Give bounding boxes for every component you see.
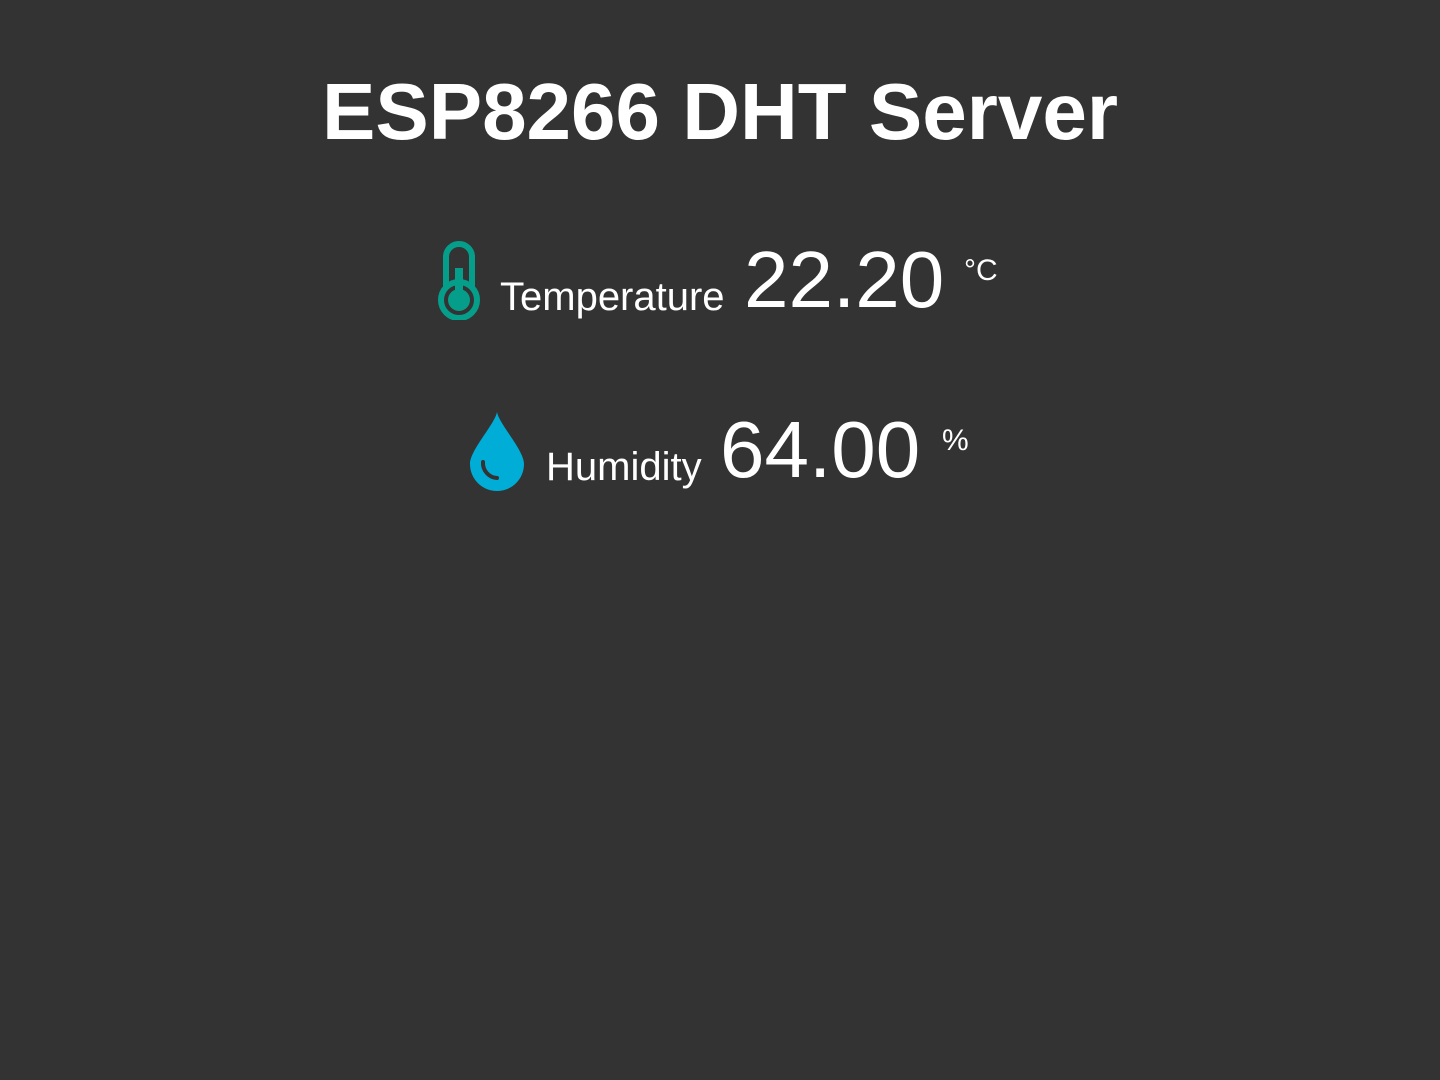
temperature-label: Temperature — [500, 275, 725, 319]
temperature-reading: Temperature 22.20 °C — [0, 235, 1440, 326]
thermometer-icon — [438, 240, 480, 325]
page: ESP8266 DHT Server Temperature 22.20 °C … — [0, 0, 1440, 1080]
temperature-value: 22.20 — [744, 235, 945, 324]
water-drop-icon — [468, 410, 526, 497]
humidity-label: Humidity — [546, 445, 702, 489]
humidity-reading: Humidity 64.00 % — [0, 405, 1440, 497]
humidity-value: 64.00 — [720, 405, 921, 494]
page-title: ESP8266 DHT Server — [321, 67, 1118, 156]
humidity-unit: % — [942, 424, 969, 457]
temperature-unit: °C — [964, 254, 998, 287]
